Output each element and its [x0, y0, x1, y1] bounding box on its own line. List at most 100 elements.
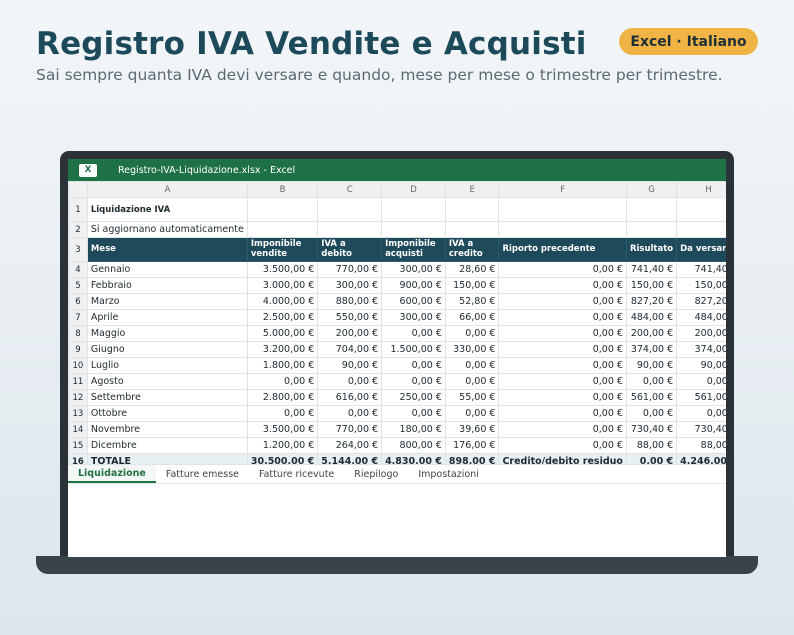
- table-cell[interactable]: 90,00 €: [676, 357, 726, 374]
- table-cell[interactable]: Giugno: [86, 341, 248, 358]
- table-cell[interactable]: 176,00 €: [444, 437, 500, 454]
- table-cell[interactable]: 0,00 €: [444, 405, 500, 422]
- column-header[interactable]: A: [86, 181, 248, 198]
- cell[interactable]: [676, 197, 726, 222]
- table-cell[interactable]: 0,00 €: [625, 373, 678, 390]
- table-cell[interactable]: 730,40 €: [676, 421, 726, 438]
- table-cell[interactable]: Aprile: [86, 309, 248, 326]
- row-header[interactable]: 15: [68, 437, 88, 454]
- table-cell[interactable]: 0,00 €: [498, 357, 627, 374]
- table-cell[interactable]: Gennaio: [86, 261, 248, 278]
- column-header[interactable]: G: [625, 181, 678, 198]
- cell[interactable]: [676, 221, 726, 238]
- table-header-cell[interactable]: Imponibile vendite: [246, 237, 319, 262]
- table-cell[interactable]: 0,00 €: [498, 277, 627, 294]
- table-cell[interactable]: 770,00 €: [317, 421, 383, 438]
- table-cell[interactable]: 550,00 €: [317, 309, 383, 326]
- table-cell[interactable]: 0,00 €: [317, 405, 383, 422]
- table-cell[interactable]: 5.000,00 €: [246, 325, 319, 342]
- cell[interactable]: [317, 197, 383, 222]
- table-cell[interactable]: 0,00 €: [676, 405, 726, 422]
- table-cell[interactable]: Dicembre: [86, 437, 248, 454]
- table-cell[interactable]: 52,80 €: [444, 293, 500, 310]
- row-header[interactable]: 14: [68, 421, 88, 438]
- column-header[interactable]: B: [246, 181, 319, 198]
- row-header[interactable]: 6: [68, 293, 88, 310]
- table-cell[interactable]: 150,00 €: [444, 277, 500, 294]
- table-cell[interactable]: 300,00 €: [317, 277, 383, 294]
- table-cell[interactable]: 730,40 €: [625, 421, 678, 438]
- table-cell[interactable]: 0,00 €: [498, 421, 627, 438]
- table-cell[interactable]: 0,00 €: [498, 437, 627, 454]
- table-cell[interactable]: 250,00 €: [381, 389, 446, 406]
- table-header-cell[interactable]: Da versare: [676, 237, 726, 262]
- table-cell[interactable]: 900,00 €: [381, 277, 446, 294]
- table-cell[interactable]: 88,00 €: [676, 437, 726, 454]
- table-header-cell[interactable]: IVA a debito: [317, 237, 383, 262]
- sheet-tab[interactable]: Fatture ricevute: [249, 465, 344, 483]
- row-header[interactable]: 2: [68, 221, 88, 238]
- table-cell[interactable]: 561,00 €: [625, 389, 678, 406]
- row-header[interactable]: 3: [68, 237, 88, 262]
- table-cell[interactable]: Agosto: [86, 373, 248, 390]
- table-cell[interactable]: 374,00 €: [676, 341, 726, 358]
- table-cell[interactable]: 770,00 €: [317, 261, 383, 278]
- table-cell[interactable]: 800,00 €: [381, 437, 446, 454]
- row-header[interactable]: 8: [68, 325, 88, 342]
- table-cell[interactable]: 4.000,00 €: [246, 293, 319, 310]
- row-header[interactable]: 11: [68, 373, 88, 390]
- cell[interactable]: [381, 197, 446, 222]
- row-header[interactable]: 9: [68, 341, 88, 358]
- row-header[interactable]: 10: [68, 357, 88, 374]
- table-cell[interactable]: 0,00 €: [246, 373, 319, 390]
- table-cell[interactable]: 39,60 €: [444, 421, 500, 438]
- table-cell[interactable]: 0,00 €: [498, 405, 627, 422]
- table-cell[interactable]: 3.500,00 €: [246, 421, 319, 438]
- table-cell[interactable]: 741,40 €: [625, 261, 678, 278]
- table-cell[interactable]: Maggio: [86, 325, 248, 342]
- table-cell[interactable]: 300,00 €: [381, 309, 446, 326]
- cell[interactable]: [498, 221, 627, 238]
- table-cell[interactable]: 0,00 €: [498, 309, 627, 326]
- column-header[interactable]: C: [317, 181, 383, 198]
- table-cell[interactable]: Settembre: [86, 389, 248, 406]
- table-cell[interactable]: 90,00 €: [317, 357, 383, 374]
- table-cell[interactable]: 2.800,00 €: [246, 389, 319, 406]
- table-cell[interactable]: Febbraio: [86, 277, 248, 294]
- table-cell[interactable]: 88,00 €: [625, 437, 678, 454]
- table-cell[interactable]: 880,00 €: [317, 293, 383, 310]
- table-cell[interactable]: 300,00 €: [381, 261, 446, 278]
- row-header[interactable]: 7: [68, 309, 88, 326]
- table-header-cell[interactable]: Risultato: [625, 237, 678, 262]
- sheet-tab[interactable]: Impostazioni: [408, 465, 489, 483]
- sheet-tab[interactable]: Fatture emesse: [156, 465, 249, 483]
- column-header[interactable]: D: [381, 181, 446, 198]
- table-cell[interactable]: 66,00 €: [444, 309, 500, 326]
- table-cell[interactable]: 0,00 €: [498, 325, 627, 342]
- select-all-corner[interactable]: [68, 181, 88, 198]
- table-cell[interactable]: 0,00 €: [381, 357, 446, 374]
- table-header-cell[interactable]: Mese: [86, 237, 248, 262]
- cell[interactable]: [625, 197, 678, 222]
- table-cell[interactable]: 561,00 €: [676, 389, 726, 406]
- table-header-cell[interactable]: IVA a credito: [444, 237, 500, 262]
- table-cell[interactable]: 484,00 €: [676, 309, 726, 326]
- table-cell[interactable]: 616,00 €: [317, 389, 383, 406]
- cell[interactable]: [625, 221, 678, 238]
- table-cell[interactable]: 28,60 €: [444, 261, 500, 278]
- column-header[interactable]: E: [444, 181, 500, 198]
- table-cell[interactable]: 200,00 €: [317, 325, 383, 342]
- table-header-cell[interactable]: Riporto precedente: [498, 237, 627, 262]
- row-header[interactable]: 5: [68, 277, 88, 294]
- table-cell[interactable]: 0,00 €: [444, 357, 500, 374]
- cell[interactable]: [498, 197, 627, 222]
- table-cell[interactable]: 1.800,00 €: [246, 357, 319, 374]
- cell[interactable]: [246, 197, 319, 222]
- table-cell[interactable]: 704,00 €: [317, 341, 383, 358]
- table-cell[interactable]: 1.500,00 €: [381, 341, 446, 358]
- table-cell[interactable]: 3.200,00 €: [246, 341, 319, 358]
- column-header[interactable]: H: [676, 181, 726, 198]
- row-header[interactable]: 4: [68, 261, 88, 278]
- table-cell[interactable]: Marzo: [86, 293, 248, 310]
- row-header[interactable]: 13: [68, 405, 88, 422]
